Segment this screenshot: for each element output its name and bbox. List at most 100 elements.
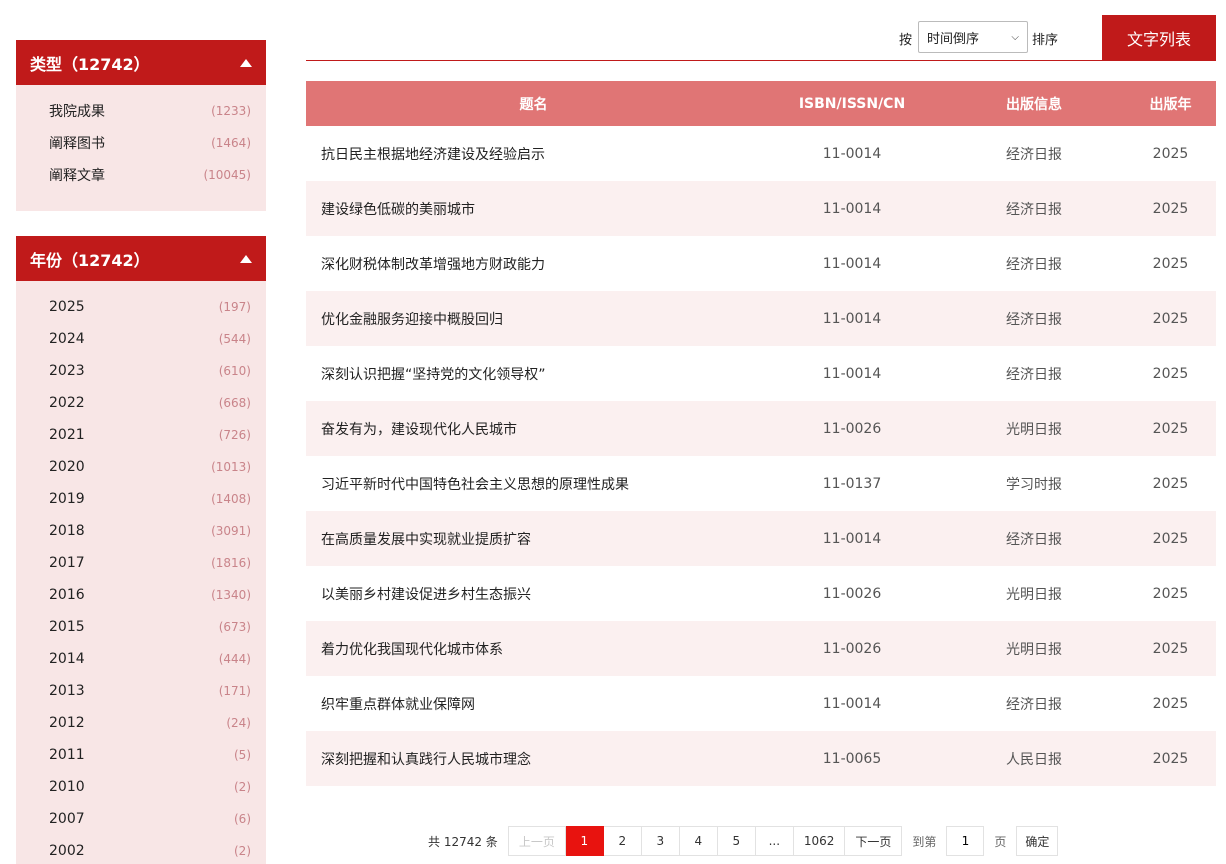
page-number-button[interactable]: 2 (603, 826, 642, 856)
facet-year: 年份（12742） 2025 (197) 2024 (544) 2023 (610) 202… (16, 236, 266, 864)
cell-title[interactable]: 深化财税体制改革增强地方财政能力 (306, 236, 761, 291)
facet-item-count: (1408) (211, 492, 251, 506)
facet-item-count: (10045) (203, 168, 251, 182)
page-ellipsis: ... (755, 826, 794, 856)
cell-title[interactable]: 优化金融服务迎接中概股回归 (306, 291, 761, 346)
sort-order-value: 时间倒序 (927, 31, 980, 47)
cell-title[interactable]: 建设绿色低碳的美丽城市 (306, 181, 761, 236)
cell-title[interactable]: 在高质量发展中实现就业提质扩容 (306, 511, 761, 566)
facet-item-year[interactable]: 2015 (673) (16, 611, 266, 643)
facet-type-title: 类型（12742） (30, 54, 150, 74)
cell-isbn: 11-0137 (822, 475, 882, 492)
facet-item-year[interactable]: 2024 (544) (16, 323, 266, 355)
facet-item-count: (197) (218, 300, 251, 314)
table-row: 抗日民主根据地经济建设及经验启示 11-0014 经济日报 2025 (306, 126, 1216, 181)
cell-title[interactable]: 织牢重点群体就业保障网 (306, 676, 761, 731)
facet-item-type[interactable]: 阐释文章 (10045) (16, 159, 266, 191)
cell-title[interactable]: 着力优化我国现代化城市体系 (306, 621, 761, 676)
facet-item-label: 2020 (49, 459, 85, 475)
facet-item-year[interactable]: 2018 (3091) (16, 515, 266, 547)
cell-isbn: 11-0065 (761, 731, 943, 786)
cell-publication: 经济日报 (943, 511, 1125, 566)
facet-item-label: 2019 (49, 491, 85, 507)
page-number-button[interactable]: 5 (717, 826, 756, 856)
cell-title[interactable]: 抗日民主根据地经济建设及经验启示 (306, 126, 761, 181)
facet-item-label: 2011 (49, 747, 85, 763)
cell-publication: 光明日报 (943, 621, 1125, 676)
facet-item-label: 阐释文章 (49, 168, 105, 184)
text-list-view-button[interactable]: 文字列表 (1102, 15, 1216, 61)
facet-item-year[interactable]: 2016 (1340) (16, 579, 266, 611)
page-number-button[interactable]: 4 (679, 826, 718, 856)
confirm-button[interactable]: 确定 (1016, 826, 1059, 856)
facet-item-year[interactable]: 2017 (1816) (16, 547, 266, 579)
collapse-triangle-icon[interactable] (240, 58, 252, 67)
cell-title[interactable]: 习近平新时代中国特色社会主义思想的原理性成果 (306, 456, 761, 511)
cell-publication: 经济日报 (1006, 146, 1062, 163)
facet-item-year[interactable]: 2013 (171) (16, 675, 266, 707)
header-title[interactable]: 题名 (306, 81, 761, 126)
facet-item-count: (444) (218, 652, 251, 666)
facet-item-count: (1233) (211, 104, 251, 118)
facet-item-year[interactable]: 2019 (1408) (16, 483, 266, 515)
facet-item-year[interactable]: 2023 (610) (16, 355, 266, 387)
cell-isbn: 11-0014 (822, 365, 882, 382)
goto-label: 到第 (912, 834, 937, 849)
sort-order-select[interactable]: 时间倒序 ⌵ (918, 21, 1028, 53)
table-row: 织牢重点群体就业保障网 11-0014 经济日报 2025 (306, 676, 1216, 731)
facet-year-header[interactable]: 年份（12742） (16, 236, 266, 281)
goto-page-input[interactable] (946, 826, 985, 856)
facet-item-year[interactable]: 2011 (5) (16, 739, 266, 771)
table-row: 着力优化我国现代化城市体系 11-0026 光明日报 2025 (306, 621, 1216, 676)
header-publication: 出版信息 (943, 81, 1125, 126)
facet-item-label: 2018 (49, 523, 85, 539)
page-number-button[interactable]: 3 (641, 826, 680, 856)
facet-item-label: 2016 (49, 587, 85, 603)
cell-title[interactable]: 奋发有为，建设现代化人民城市 (306, 401, 761, 456)
facet-item-count: (24) (226, 716, 251, 730)
next-page-button[interactable]: 下一页 (845, 826, 903, 856)
cell-year: 2025 (1152, 585, 1189, 602)
cell-year: 2025 (1125, 181, 1216, 236)
facet-item-year[interactable]: 2007 (6) (16, 803, 266, 835)
facet-type-list: 我院成果 (1233) 阐释图书 (1464) 阐释文章 (10045) (16, 85, 266, 201)
sort-suffix-label: 排序 (1032, 33, 1059, 48)
facet-item-label: 2007 (49, 811, 85, 827)
facet-item-count: (1013) (211, 460, 251, 474)
facet-item-count: (1816) (211, 556, 251, 570)
facet-item-year[interactable]: 2022 (668) (16, 387, 266, 419)
cell-year: 2025 (1152, 145, 1189, 162)
cell-isbn: 11-0014 (822, 145, 882, 162)
cell-title[interactable]: 以美丽乡村建设促进乡村生态振兴 (306, 566, 761, 621)
prev-page-button[interactable]: 上一页 (507, 826, 566, 856)
facet-item-year[interactable]: 2012 (24) (16, 707, 266, 739)
facet-item-count: (2) (234, 780, 251, 794)
cell-title[interactable]: 深刻把握和认真践行人民城市理念 (306, 731, 761, 786)
page-number-button[interactable]: 1062 (793, 826, 846, 856)
table-row: 以美丽乡村建设促进乡村生态振兴 11-0026 光明日报 2025 (306, 566, 1216, 621)
table-row: 深化财税体制改革增强地方财政能力 11-0014 经济日报 2025 (306, 236, 1216, 291)
cell-publication: 人民日报 (943, 731, 1125, 786)
table-row: 习近平新时代中国特色社会主义思想的原理性成果 11-0137 学习时报 2025 (306, 456, 1216, 511)
cell-title[interactable]: 深刻认识把握“坚持党的文化领导权” (306, 346, 761, 401)
facet-item-label: 2010 (49, 779, 85, 795)
facet-item-label: 2012 (49, 715, 85, 731)
table-row: 奋发有为，建设现代化人民城市 11-0026 光明日报 2025 (306, 401, 1216, 456)
facet-item-year[interactable]: 2014 (444) (16, 643, 266, 675)
facet-item-count: (1340) (211, 588, 251, 602)
page-number-button[interactable]: 1 (565, 826, 604, 856)
facet-item-type[interactable]: 我院成果 (1233) (16, 95, 266, 127)
facet-item-year[interactable]: 2002 (2) (16, 835, 266, 864)
cell-isbn: 11-0014 (822, 695, 882, 712)
cell-isbn: 11-0026 (761, 401, 943, 456)
table-header-row: 题名 ISBN/ISSN/CN 出版信息 出版年 (306, 81, 1216, 126)
cell-year: 2025 (1125, 621, 1216, 676)
facet-item-year[interactable]: 2010 (2) (16, 771, 266, 803)
facet-type-header[interactable]: 类型（12742） (16, 40, 266, 85)
facet-item-year[interactable]: 2021 (726) (16, 419, 266, 451)
table-row: 在高质量发展中实现就业提质扩容 11-0014 经济日报 2025 (306, 511, 1216, 566)
facet-item-year[interactable]: 2025 (197) (16, 291, 266, 323)
collapse-triangle-icon[interactable] (240, 254, 252, 263)
facet-item-type[interactable]: 阐释图书 (1464) (16, 127, 266, 159)
facet-item-year[interactable]: 2020 (1013) (16, 451, 266, 483)
